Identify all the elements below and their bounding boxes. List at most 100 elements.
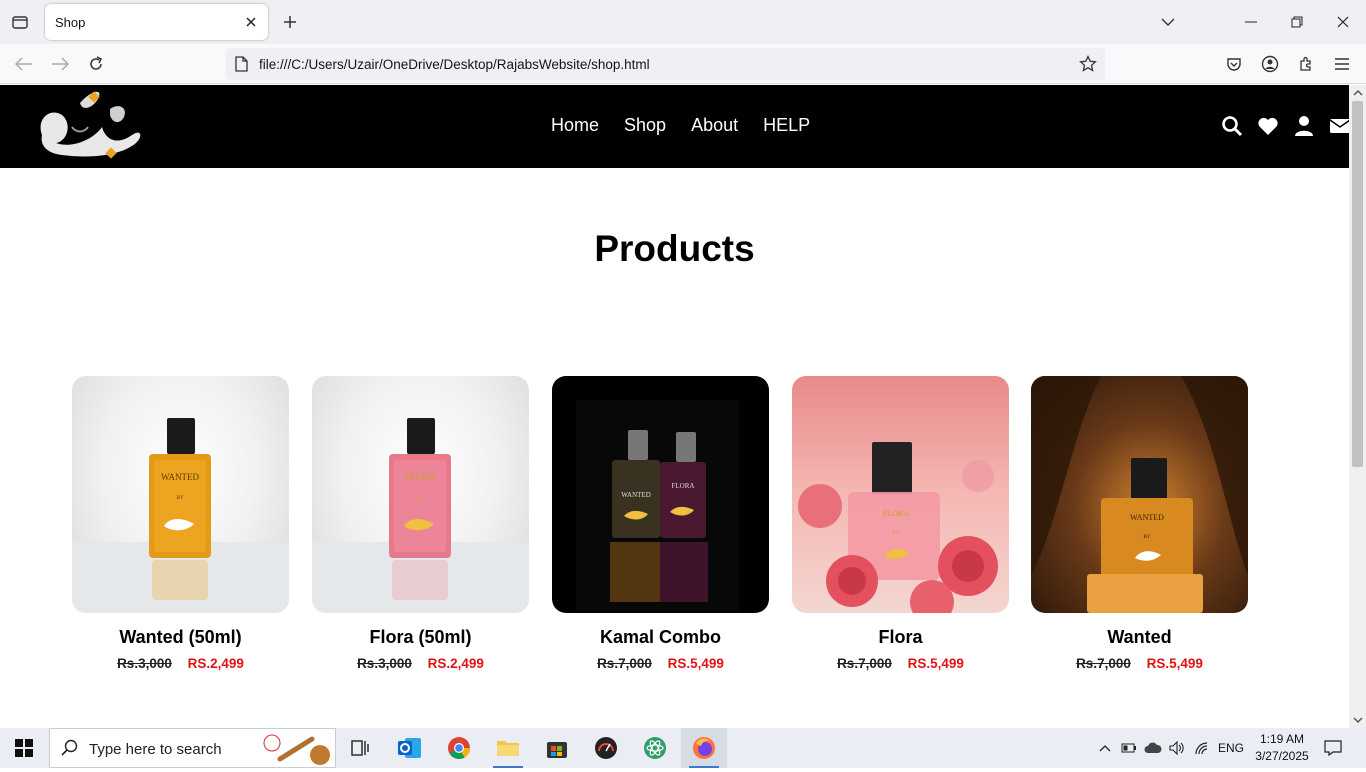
outlook-app[interactable]: [387, 728, 433, 768]
new-tab-button[interactable]: [280, 12, 300, 32]
task-view-button[interactable]: [337, 728, 383, 768]
firefox-icon: [693, 737, 715, 759]
svg-text:FLORA: FLORA: [672, 482, 695, 490]
scroll-down-arrow[interactable]: [1352, 715, 1363, 725]
back-button[interactable]: [12, 53, 36, 75]
svg-text:BY: BY: [417, 496, 424, 501]
close-window-button[interactable]: [1328, 8, 1358, 36]
svg-text:WANTED: WANTED: [161, 472, 199, 482]
clock-date: 3/27/2025: [1255, 749, 1309, 763]
forward-button[interactable]: [48, 53, 72, 75]
sale-price: RS.2,499: [427, 656, 484, 671]
battery-indicator[interactable]: [1118, 728, 1140, 768]
network-indicator[interactable]: [1191, 728, 1213, 768]
minimize-button[interactable]: [1236, 8, 1266, 36]
clock[interactable]: 1:19 AM 3/27/2025: [1252, 731, 1312, 765]
wpm-app[interactable]: [583, 728, 629, 768]
restore-icon: [1291, 16, 1303, 28]
show-hidden-icons-button[interactable]: [1094, 728, 1116, 768]
task-view-icon: [351, 740, 369, 756]
reload-icon: [90, 56, 103, 70]
original-price: Rs.7,000: [597, 656, 652, 671]
nav-help[interactable]: HELP: [763, 115, 810, 136]
reload-button[interactable]: [84, 53, 108, 75]
product-card[interactable]: WANTED FLORA Kamal Combo Rs.7,000 RS.5,4…: [552, 376, 769, 671]
volume-indicator[interactable]: [1166, 728, 1188, 768]
menu-button[interactable]: [1330, 53, 1354, 75]
hamburger-icon: [1335, 58, 1349, 70]
firefox-app[interactable]: [681, 728, 727, 768]
bookmark-star-icon[interactable]: [1079, 54, 1097, 78]
product-card[interactable]: FLORA BY Flora (50ml) Rs.3,000 RS.2,499: [312, 376, 529, 671]
sale-price: RS.2,499: [187, 656, 244, 671]
battery-icon: [1121, 743, 1136, 753]
product-prices: Rs.3,000 RS.2,499: [72, 656, 289, 671]
speaker-icon: [1169, 741, 1184, 755]
product-card[interactable]: WANTED BY Wanted (50ml) Rs.3,000 RS.2,49…: [72, 376, 289, 671]
nav-home[interactable]: Home: [551, 115, 599, 136]
sale-price: RS.5,499: [907, 656, 964, 671]
product-name[interactable]: Wanted: [1031, 627, 1248, 648]
user-icon[interactable]: [1293, 115, 1315, 137]
sale-price: RS.5,499: [1146, 656, 1203, 671]
atom-app[interactable]: [632, 728, 678, 768]
arrow-right-icon: [52, 57, 69, 71]
minimize-icon: [1245, 21, 1257, 23]
account-icon: [1261, 55, 1279, 73]
active-tab[interactable]: Shop: [45, 4, 268, 40]
envelope-icon[interactable]: [1329, 115, 1349, 137]
scroll-up-arrow[interactable]: [1352, 88, 1363, 98]
extensions-button[interactable]: [1294, 53, 1318, 75]
product-name[interactable]: Flora (50ml): [312, 627, 529, 648]
taskbar-search-box[interactable]: Type here to search: [49, 728, 336, 768]
product-prices: Rs.7,000 RS.5,499: [1031, 656, 1248, 671]
chevron-down-icon: [1161, 18, 1175, 26]
product-name[interactable]: Kamal Combo: [552, 627, 769, 648]
product-image[interactable]: FLORA BY: [312, 376, 529, 613]
product-image[interactable]: WANTED FLORA: [552, 376, 769, 613]
product-image[interactable]: WANTED BY: [72, 376, 289, 613]
site-nav: Home Shop About HELP: [551, 115, 810, 136]
pocket-button[interactable]: [1222, 53, 1246, 75]
svg-text:FLORA: FLORA: [405, 472, 435, 482]
tab-overflow-chevron[interactable]: [1153, 8, 1183, 36]
heart-icon[interactable]: [1257, 115, 1279, 137]
original-price: Rs.3,000: [117, 656, 172, 671]
sale-price: RS.5,499: [667, 656, 724, 671]
page-scrollbar[interactable]: [1349, 85, 1366, 728]
start-button[interactable]: [0, 728, 48, 768]
tab-close-button[interactable]: [243, 14, 259, 30]
browser-navbar: file:///C:/Users/Uzair/OneDrive/Desktop/…: [0, 44, 1366, 84]
scroll-thumb[interactable]: [1352, 101, 1363, 467]
account-button[interactable]: [1258, 53, 1282, 75]
address-bar[interactable]: file:///C:/Users/Uzair/OneDrive/Desktop/…: [226, 48, 1105, 80]
search-icon[interactable]: [1221, 115, 1243, 137]
onedrive-indicator[interactable]: [1142, 728, 1164, 768]
page-icon: [234, 56, 248, 77]
restore-button[interactable]: [1282, 8, 1312, 36]
baseball-bat-icon: [260, 731, 332, 772]
chrome-app[interactable]: [436, 728, 482, 768]
product-card[interactable]: FLORA BY Flora Rs.7,000 RS.5,499: [792, 376, 1009, 671]
language-indicator[interactable]: ENG: [1216, 728, 1246, 768]
site-header: Home Shop About HELP: [0, 85, 1349, 168]
nav-shop[interactable]: Shop: [624, 115, 666, 136]
site-logo[interactable]: [32, 85, 150, 165]
product-image[interactable]: WANTED BY: [1031, 376, 1248, 613]
nav-about[interactable]: About: [691, 115, 738, 136]
product-name[interactable]: Flora: [792, 627, 1009, 648]
product-name[interactable]: Wanted (50ml): [72, 627, 289, 648]
svg-text:FLORA: FLORA: [883, 509, 909, 518]
file-explorer-app[interactable]: [485, 728, 531, 768]
product-image[interactable]: FLORA BY: [792, 376, 1009, 613]
svg-text:WANTED: WANTED: [1130, 513, 1164, 522]
notifications-button[interactable]: [1320, 728, 1346, 768]
notification-icon: [1324, 740, 1342, 756]
microsoft-store-app[interactable]: [534, 728, 580, 768]
url-text: file:///C:/Users/Uzair/OneDrive/Desktop/…: [259, 57, 650, 72]
product-card[interactable]: WANTED BY Wanted Rs.7,000 RS.5,499: [1031, 376, 1248, 671]
svg-text:BY: BY: [177, 496, 184, 501]
list-all-tabs-button[interactable]: [8, 11, 32, 33]
original-price: Rs.3,000: [357, 656, 412, 671]
plus-icon: [284, 16, 296, 28]
